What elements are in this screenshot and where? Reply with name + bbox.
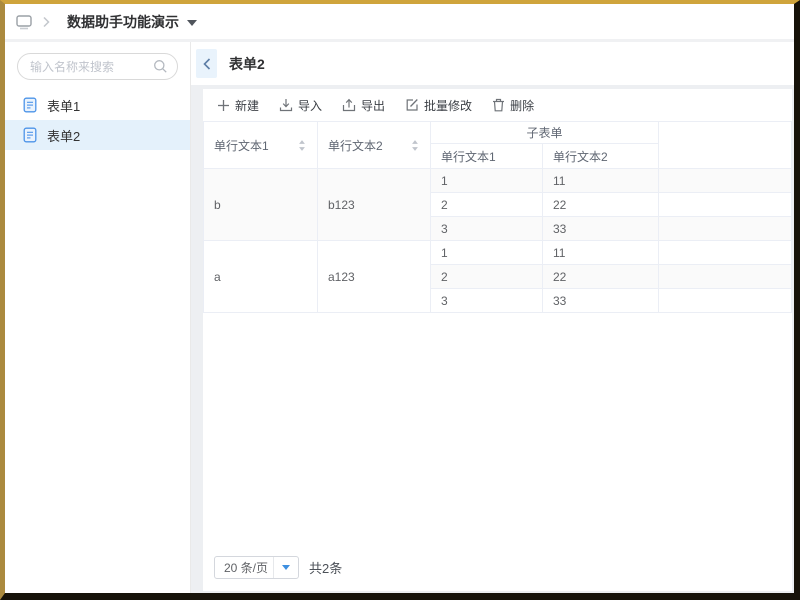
column-header-filler [659,122,792,169]
export-button[interactable]: 导出 [342,97,385,114]
select-caret-box[interactable] [273,557,298,578]
main-area: 表单2 新建 [191,42,794,593]
toolbar: 新建 导入 [203,89,792,121]
sidebar-item-label: 表单1 [47,96,80,115]
sub-column-header-text1: 单行文本1 [431,144,543,169]
cell-text2: a123 [318,241,431,313]
back-button[interactable] [196,49,217,78]
card-empty-space [203,313,792,556]
sort-icon[interactable] [297,139,307,152]
table-row: aa123111 [204,241,792,265]
page-header: 表单2 [191,42,794,85]
sort-icon[interactable] [410,139,420,152]
chevron-left-icon [202,57,212,71]
cell-text2: b123 [318,169,431,241]
page-title: 表单2 [229,54,265,74]
page-size-value: 20 条/页 [215,559,273,576]
import-button[interactable]: 导入 [279,97,322,114]
document-icon [23,127,37,143]
sub-cell-text2: 11 [543,241,659,265]
app-title[interactable]: 数据助手功能演示 [67,12,179,32]
export-icon [342,98,356,112]
cell-text1: a [204,241,318,313]
sidebar-item-form2[interactable]: 表单2 [5,120,190,150]
content-card: 新建 导入 [203,89,792,591]
cell-filler [659,241,792,265]
cell-filler [659,265,792,289]
chevron-down-icon[interactable] [187,20,197,26]
import-icon [279,98,293,112]
cell-filler [659,289,792,313]
total-count: 共2条 [309,558,342,577]
sidebar-item-label: 表单2 [47,126,80,145]
cell-filler [659,193,792,217]
sub-cell-text1: 3 [431,217,543,241]
delete-button[interactable]: 删除 [492,97,534,114]
sub-cell-text1: 2 [431,193,543,217]
sub-cell-text2: 11 [543,169,659,193]
plus-icon [217,99,230,112]
monitor-icon[interactable] [15,14,33,30]
new-button[interactable]: 新建 [217,97,259,114]
page-size-select[interactable]: 20 条/页 [214,556,299,579]
top-bar: 数据助手功能演示 [5,4,794,42]
pagination-bar: 20 条/页 共2条 [203,556,792,591]
sub-cell-text2: 33 [543,217,659,241]
search-icon[interactable] [153,59,168,74]
delete-icon [492,98,505,112]
cell-filler [659,169,792,193]
app-window: 数据助手功能演示 [0,0,800,600]
column-group-subform: 子表单 [431,122,659,144]
sub-cell-text2: 22 [543,265,659,289]
sub-cell-text1: 1 [431,169,543,193]
sub-cell-text1: 2 [431,265,543,289]
sub-cell-text1: 1 [431,241,543,265]
column-header-text1[interactable]: 单行文本1 [204,122,318,169]
sidebar-item-form1[interactable]: 表单1 [5,90,190,120]
sub-column-header-text2: 单行文本2 [543,144,659,169]
cell-filler [659,217,792,241]
cell-text1: b [204,169,318,241]
batch-edit-button[interactable]: 批量修改 [405,97,472,114]
sub-cell-text2: 33 [543,289,659,313]
sub-cell-text1: 3 [431,289,543,313]
chevron-right-icon [42,16,50,28]
document-icon [23,97,37,113]
data-table: 单行文本1 [203,121,792,313]
column-header-text2[interactable]: 单行文本2 [318,122,431,169]
search-box [17,53,178,80]
caret-down-icon [282,565,290,570]
edit-icon [405,98,419,112]
sub-cell-text2: 22 [543,193,659,217]
sidebar: 表单1 表单2 [5,42,191,593]
table-row: bb123111 [204,169,792,193]
